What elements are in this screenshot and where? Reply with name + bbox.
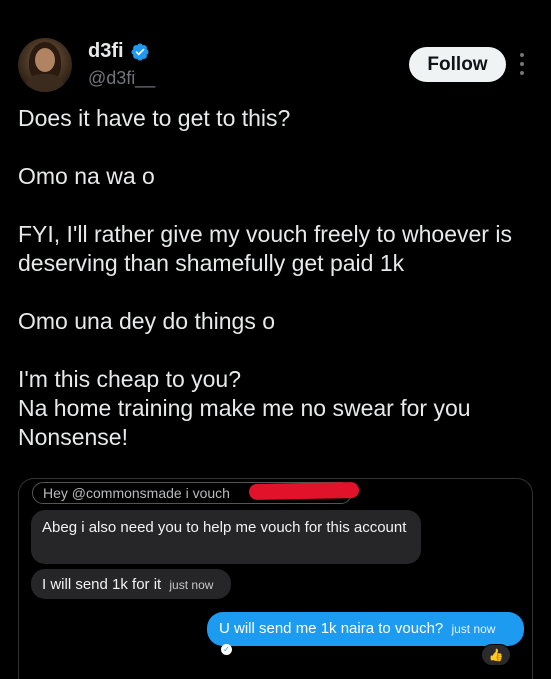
message-text: U will send me 1k naira to vouch? — [219, 620, 444, 637]
thumbs-up-icon: 👍 — [481, 644, 511, 666]
handle[interactable]: @d3fi__ — [88, 68, 155, 89]
name-row: d3fi — [88, 40, 150, 63]
tweet-line: Na home training make me no swear for yo… — [18, 395, 471, 421]
message-time: just now — [169, 578, 214, 592]
attached-screenshot[interactable]: Hey @commonsmade i vouch Abeg i also nee… — [18, 478, 533, 679]
tweet-line: FYI, I'll rather give my vouch freely to… — [18, 221, 512, 276]
tweet-line: Omo una dey do things o — [18, 308, 275, 334]
display-name[interactable]: d3fi — [88, 40, 124, 63]
tweet-line: Does it have to get to this? — [18, 105, 291, 131]
redaction-mark — [248, 482, 360, 500]
sent-message-bubble: U will send me 1k naira to vouch? just n… — [207, 612, 524, 655]
tweet-line: Nonsense! — [18, 424, 128, 450]
message-text: I will send 1k for it — [42, 576, 162, 593]
verified-badge-icon — [131, 42, 149, 61]
more-options-icon[interactable] — [518, 53, 526, 75]
tweet-text: Does it have to get to this? Omo na wa o… — [18, 104, 538, 452]
follow-button[interactable]: Follow — [409, 47, 506, 82]
avatar[interactable] — [18, 38, 72, 92]
seen-check-icon: ✓ — [221, 643, 232, 655]
tweet-line: Omo na wa o — [18, 163, 155, 189]
message-bubble: Abeg i also need you to help me vouch fo… — [31, 510, 421, 564]
message-text: Abeg i also need you to help me vouch fo… — [42, 519, 407, 536]
message-bubble: I will send 1k for it just now — [31, 569, 231, 599]
message-time: just now — [451, 622, 496, 636]
tweet-header: d3fi @d3fi__ Follow — [18, 36, 533, 94]
tweet-line: I'm this cheap to you? — [18, 366, 242, 392]
